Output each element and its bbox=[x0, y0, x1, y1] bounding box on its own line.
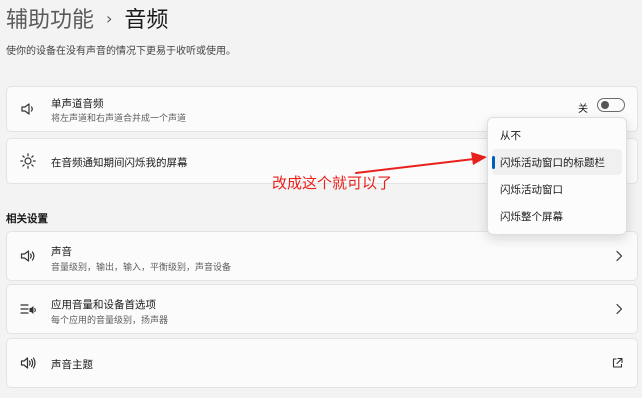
dropdown-option-flash-title-bar[interactable]: 闪烁活动窗口的标题栏 bbox=[492, 149, 622, 175]
dropdown-option-flash-window[interactable]: 闪烁活动窗口 bbox=[488, 176, 626, 202]
dropdown-option-label: 闪烁整个屏幕 bbox=[500, 211, 563, 223]
sound-title: 声音 bbox=[51, 246, 72, 258]
app-volume-description: 每个应用的音量级别，扬声器 bbox=[51, 316, 169, 326]
brightness-icon bbox=[20, 153, 36, 169]
flash-options-dropdown: 从不 闪烁活动窗口的标题栏 闪烁活动窗口 闪烁整个屏幕 bbox=[487, 117, 627, 235]
app-volume-title: 应用音量和设备首选项 bbox=[51, 299, 156, 311]
dropdown-option-never[interactable]: 从不 bbox=[488, 122, 626, 148]
sound-theme-icon bbox=[20, 357, 36, 369]
breadcrumb-separator: › bbox=[106, 8, 113, 28]
annotation-text: 改成这个就可以了 bbox=[272, 174, 393, 192]
app-volume-icon bbox=[20, 304, 36, 314]
related-settings-heading: 相关设置 bbox=[6, 213, 48, 225]
mono-audio-toggle-state: 关 bbox=[578, 104, 588, 115]
mono-audio-description: 将左声道和右声道合并成一个声道 bbox=[51, 114, 187, 124]
breadcrumb-parent-link[interactable]: 辅助功能 bbox=[6, 2, 94, 34]
app-volume-settings-link[interactable]: 应用音量和设备首选项 每个应用的音量级别，扬声器 bbox=[6, 284, 638, 334]
sound-settings-link[interactable]: 声音 音量级别，输出，输入，平衡级别，声音设备 bbox=[6, 231, 638, 281]
sound-theme-link[interactable]: 声音主题 bbox=[6, 338, 638, 388]
sound-theme-title: 声音主题 bbox=[51, 359, 93, 371]
page-title: 音频 bbox=[124, 8, 169, 33]
dropdown-option-label: 闪烁活动窗口的标题栏 bbox=[500, 157, 605, 169]
page-description: 使你的设备在没有声音的情况下更易于收听或使用。 bbox=[6, 46, 236, 57]
selection-indicator bbox=[492, 156, 495, 169]
mono-audio-title: 单声道音频 bbox=[51, 98, 104, 110]
external-link-icon bbox=[612, 357, 623, 368]
dropdown-option-label: 从不 bbox=[500, 130, 521, 142]
sound-description: 音量级别，输出，输入，平衡级别，声音设备 bbox=[51, 263, 232, 273]
dropdown-option-label: 闪烁活动窗口 bbox=[500, 184, 563, 196]
toggle-knob bbox=[601, 101, 609, 109]
speaker-icon bbox=[20, 250, 35, 262]
speaker-icon bbox=[21, 103, 33, 115]
breadcrumb: 辅助功能 › 音频 bbox=[6, 2, 169, 34]
mono-audio-toggle[interactable] bbox=[597, 98, 625, 112]
chevron-right-icon bbox=[616, 250, 623, 262]
flash-screen-title: 在音频通知期间闪烁我的屏幕 bbox=[51, 157, 188, 169]
chevron-right-icon bbox=[616, 303, 623, 315]
dropdown-option-flash-screen[interactable]: 闪烁整个屏幕 bbox=[488, 203, 626, 229]
